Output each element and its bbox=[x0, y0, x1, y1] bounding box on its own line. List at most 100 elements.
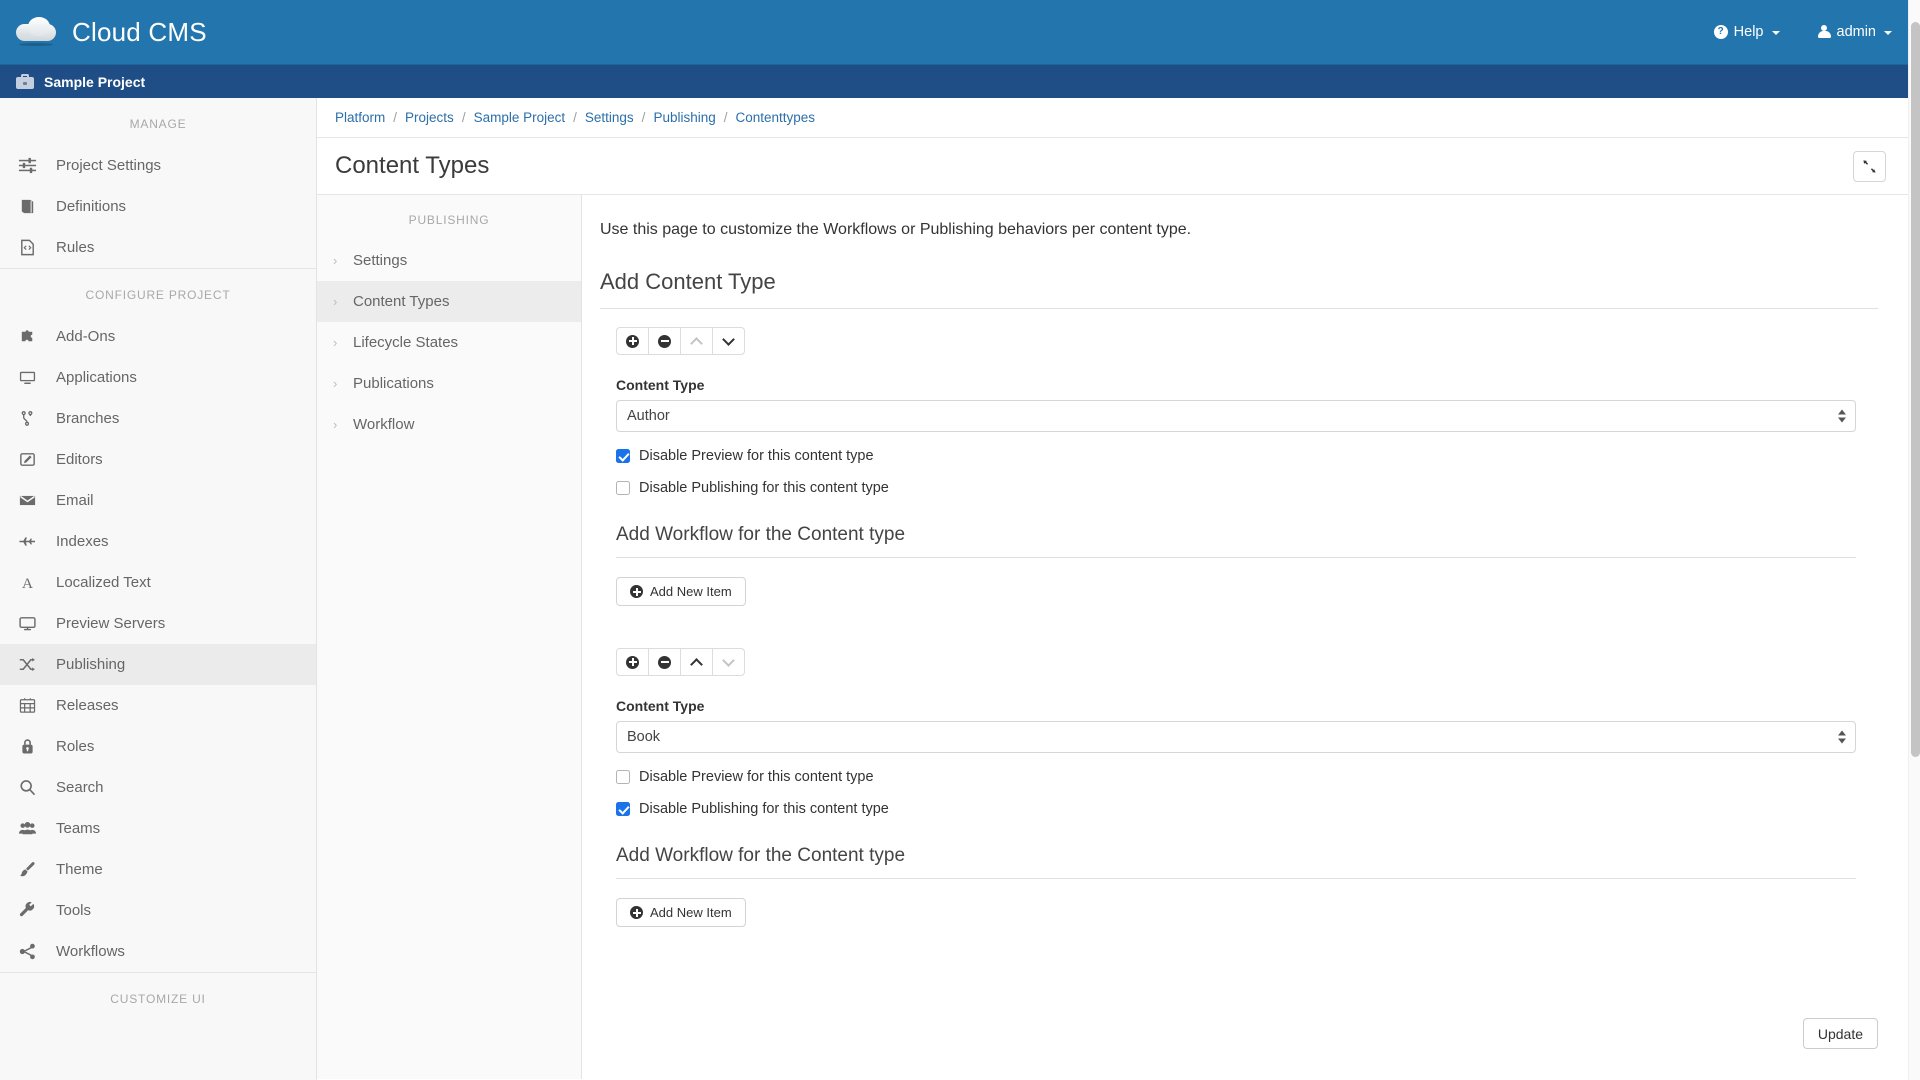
disable-publishing-row[interactable]: Disable Publishing for this content type bbox=[616, 801, 1878, 817]
sidebar-item-label: Add-Ons bbox=[56, 328, 115, 345]
sidebar-item-localized-text[interactable]: A Localized Text bbox=[0, 562, 316, 603]
breadcrumb-projects[interactable]: Projects bbox=[405, 110, 454, 125]
disable-preview-checkbox[interactable] bbox=[616, 770, 630, 784]
content-type-select[interactable]: Author bbox=[616, 400, 1856, 432]
app-header: Cloud CMS ? Help admin bbox=[0, 0, 1920, 65]
section-title-add-workflow: Add Workflow for the Content type bbox=[616, 524, 1856, 558]
help-menu[interactable]: ? Help bbox=[1714, 24, 1780, 40]
breadcrumb-publishing[interactable]: Publishing bbox=[653, 110, 715, 125]
plane-icon bbox=[18, 532, 48, 551]
add-new-item-label: Add New Item bbox=[650, 905, 732, 920]
content-type-label: Content Type bbox=[616, 698, 1878, 714]
sidebar-item-branches[interactable]: Branches bbox=[0, 398, 316, 439]
subnav-item-label: Content Types bbox=[353, 293, 449, 310]
search-icon bbox=[18, 778, 48, 797]
breadcrumb-settings[interactable]: Settings bbox=[585, 110, 634, 125]
section-title-add-content-type: Add Content Type bbox=[600, 269, 1878, 309]
move-up-button[interactable] bbox=[680, 648, 713, 676]
sidebar-item-roles[interactable]: Roles bbox=[0, 726, 316, 767]
sidebar-item-label: Rules bbox=[56, 239, 94, 256]
help-icon: ? bbox=[1714, 25, 1728, 39]
add-new-item-button[interactable]: Add New Item bbox=[616, 577, 746, 606]
sidebar-item-editors[interactable]: Editors bbox=[0, 439, 316, 480]
main-sidebar: MANAGE Project Settings Definitions Rule… bbox=[0, 98, 317, 1080]
breadcrumb-sample-project[interactable]: Sample Project bbox=[474, 110, 566, 125]
brand[interactable]: Cloud CMS bbox=[0, 15, 207, 49]
sidebar-item-label: Definitions bbox=[56, 198, 126, 215]
sidebar-item-theme[interactable]: Theme bbox=[0, 849, 316, 890]
content-type-entry: Content Type Book Disable Preview for th… bbox=[600, 630, 1878, 927]
chevron-up-icon bbox=[690, 658, 703, 671]
sidebar-item-tools[interactable]: Tools bbox=[0, 890, 316, 931]
svg-text:A: A bbox=[22, 575, 33, 592]
intro-text: Use this page to customize the Workflows… bbox=[600, 221, 1878, 239]
chevron-right-icon: › bbox=[333, 335, 349, 350]
subnav-item-lifecycle-states[interactable]: › Lifecycle States bbox=[317, 322, 581, 363]
sidebar-item-workflows[interactable]: Workflows bbox=[0, 931, 316, 972]
plus-circle-icon bbox=[630, 585, 643, 598]
breadcrumb: Platform / Projects / Sample Project / S… bbox=[317, 98, 1908, 138]
sidebar-item-label: Editors bbox=[56, 451, 103, 468]
subnav-item-publications[interactable]: › Publications bbox=[317, 363, 581, 404]
update-button[interactable]: Update bbox=[1803, 1018, 1878, 1049]
users-icon bbox=[18, 819, 48, 838]
move-down-button[interactable] bbox=[712, 327, 745, 355]
disable-publishing-row[interactable]: Disable Publishing for this content type bbox=[616, 480, 1878, 496]
sidebar-item-search[interactable]: Search bbox=[0, 767, 316, 808]
chevron-right-icon: › bbox=[333, 294, 349, 309]
cloud-logo-icon bbox=[14, 15, 60, 49]
subnav-item-settings[interactable]: › Settings bbox=[317, 240, 581, 281]
breadcrumb-contenttypes[interactable]: Contenttypes bbox=[736, 110, 816, 125]
disable-preview-row[interactable]: Disable Preview for this content type bbox=[616, 769, 1878, 785]
sidebar-item-releases[interactable]: Releases bbox=[0, 685, 316, 726]
breadcrumb-separator: / bbox=[724, 110, 728, 125]
chevron-down-icon bbox=[1772, 31, 1780, 35]
page-scrollbar[interactable] bbox=[1908, 0, 1920, 1080]
subnav-item-label: Settings bbox=[353, 252, 407, 269]
sidebar-item-label: Workflows bbox=[56, 943, 125, 960]
sidebar-group-manage: MANAGE Project Settings Definitions Rule… bbox=[0, 98, 316, 268]
user-menu[interactable]: admin bbox=[1818, 24, 1893, 40]
sidebar-item-add-ons[interactable]: Add-Ons bbox=[0, 316, 316, 357]
sidebar-item-preview-servers[interactable]: Preview Servers bbox=[0, 603, 316, 644]
move-up-button[interactable] bbox=[680, 327, 713, 355]
lock-icon bbox=[18, 737, 48, 756]
subnav-item-label: Publications bbox=[353, 375, 434, 392]
chevron-down-icon bbox=[722, 654, 735, 667]
plus-circle-icon bbox=[626, 335, 639, 348]
plus-circle-icon bbox=[626, 656, 639, 669]
compress-icon[interactable] bbox=[1853, 151, 1886, 182]
sidebar-item-project-settings[interactable]: Project Settings bbox=[0, 145, 316, 186]
disable-publishing-checkbox[interactable] bbox=[616, 802, 630, 816]
disable-preview-row[interactable]: Disable Preview for this content type bbox=[616, 448, 1878, 464]
sidebar-item-label: Search bbox=[56, 779, 104, 796]
content-type-select[interactable]: Book bbox=[616, 721, 1856, 753]
sidebar-item-indexes[interactable]: Indexes bbox=[0, 521, 316, 562]
chevron-right-icon: › bbox=[333, 376, 349, 391]
header-actions: ? Help admin bbox=[1714, 24, 1920, 40]
sidebar-item-applications[interactable]: Applications bbox=[0, 357, 316, 398]
sidebar-item-teams[interactable]: Teams bbox=[0, 808, 316, 849]
calendar-icon bbox=[18, 696, 48, 715]
add-new-item-button[interactable]: Add New Item bbox=[616, 898, 746, 927]
sidebar-item-rules[interactable]: Rules bbox=[0, 227, 316, 268]
subnav-item-workflow[interactable]: › Workflow bbox=[317, 404, 581, 445]
breadcrumb-platform[interactable]: Platform bbox=[335, 110, 385, 125]
scrollbar-thumb[interactable] bbox=[1911, 22, 1920, 757]
remove-entry-button[interactable] bbox=[648, 648, 681, 676]
project-bar[interactable]: Sample Project bbox=[0, 65, 1920, 98]
sidebar-item-email[interactable]: Email bbox=[0, 480, 316, 521]
chevron-down-icon bbox=[1884, 31, 1892, 35]
disable-preview-checkbox[interactable] bbox=[616, 449, 630, 463]
chevron-right-icon: › bbox=[333, 417, 349, 432]
subnav-item-content-types[interactable]: › Content Types bbox=[317, 281, 581, 322]
move-down-button[interactable] bbox=[712, 648, 745, 676]
add-entry-button[interactable] bbox=[616, 327, 649, 355]
minus-circle-icon bbox=[658, 656, 671, 669]
remove-entry-button[interactable] bbox=[648, 327, 681, 355]
sidebar-item-publishing[interactable]: Publishing bbox=[0, 644, 316, 685]
disable-publishing-checkbox[interactable] bbox=[616, 481, 630, 495]
page-header: Content Types bbox=[317, 138, 1908, 195]
sidebar-item-definitions[interactable]: Definitions bbox=[0, 186, 316, 227]
add-entry-button[interactable] bbox=[616, 648, 649, 676]
